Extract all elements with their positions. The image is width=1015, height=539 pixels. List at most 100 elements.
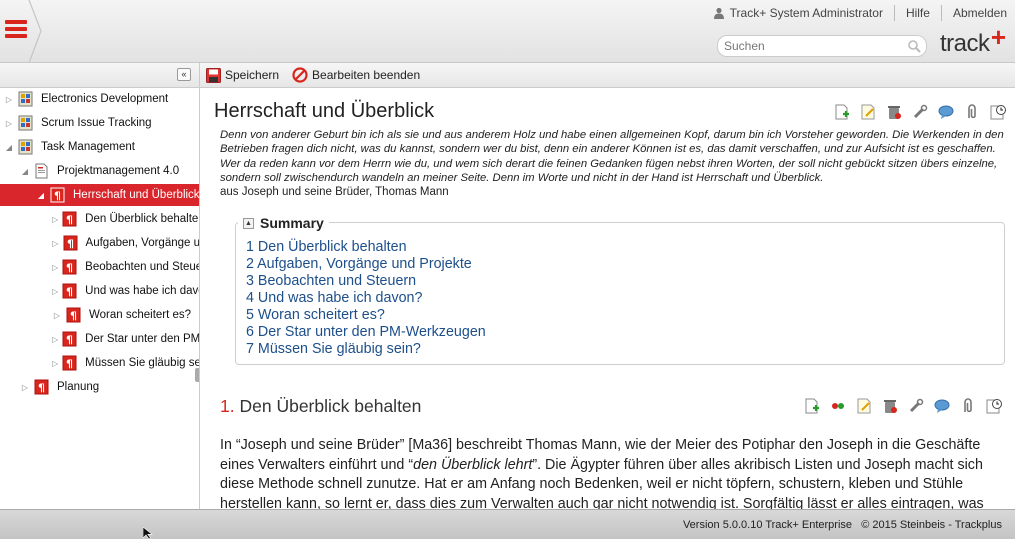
expand-arrow-icon[interactable]: ▷ [52, 311, 62, 320]
tree-item-label: Scrum Issue Tracking [41, 117, 152, 129]
wiki-page-icon: ¶ [66, 307, 81, 323]
history-icon[interactable] [986, 398, 1002, 414]
project-icon [18, 91, 33, 107]
svg-text:¶: ¶ [66, 286, 73, 299]
save-label: Speichern [225, 68, 280, 82]
wiki-page-icon: ¶ [63, 235, 78, 251]
quote-source: aus Joseph und seine Brüder, Thomas Mann [220, 186, 449, 198]
wiki-page-icon: ¶ [62, 355, 77, 371]
tree-item[interactable]: ◢ Projektmanagement 4.0 [0, 160, 199, 182]
tools-icon[interactable] [908, 398, 924, 414]
tree-item[interactable]: ▷ ¶ Der Star unter den PM [0, 328, 199, 350]
expand-arrow-icon[interactable]: ◢ [4, 143, 14, 152]
splitter-handle[interactable] [195, 368, 199, 382]
expand-arrow-icon[interactable]: ◢ [36, 191, 46, 200]
tree-item-label: Herrschaft und Überblick [73, 189, 200, 201]
tree-item-label: Müssen Sie gläubig se [85, 357, 200, 369]
delete-icon[interactable] [882, 398, 898, 414]
add-item-icon[interactable] [834, 104, 850, 120]
stop-editing-label: Bearbeiten beenden [312, 68, 421, 82]
tree-item[interactable]: ▷ ¶ Und was habe ich davon? [0, 280, 199, 302]
wiki-content: Herrschaft und Überblick Denn von andere… [201, 88, 1015, 509]
tools-icon[interactable] [912, 104, 928, 120]
svg-text:¶: ¶ [67, 238, 74, 251]
attachment-icon[interactable] [964, 104, 980, 120]
collapse-sidebar-button[interactable]: « [177, 68, 191, 81]
expand-arrow-icon[interactable]: ▷ [20, 383, 30, 392]
page-title: Herrschaft und Überblick [214, 100, 435, 122]
tree-item[interactable]: ▷ ¶ Beobachten und Steuern [0, 256, 199, 278]
version-label: Version 5.0.0.10 Track+ Enterprise [682, 519, 853, 531]
summary-link[interactable]: 2 Aufgaben, Vorgänge und Projekte [246, 256, 486, 273]
summary-link[interactable]: 4 Und was habe ich davon? [246, 290, 486, 307]
logo-plus: + [990, 22, 1006, 52]
tree-item-label: Planung [57, 381, 100, 393]
logo-text: track [940, 30, 990, 57]
delete-icon[interactable] [886, 104, 902, 120]
expand-arrow-icon[interactable]: ▷ [52, 239, 59, 248]
edit-icon[interactable] [856, 398, 872, 414]
tree-item[interactable]: ▷ Electronics Development [0, 88, 199, 110]
tree-item[interactable]: ▷ Scrum Issue Tracking [0, 112, 199, 134]
svg-text:¶: ¶ [66, 262, 73, 275]
help-link[interactable]: Hilfe [906, 6, 930, 20]
tree-item-label: Electronics Development [41, 93, 169, 105]
expand-arrow-icon[interactable]: ▷ [52, 215, 58, 224]
wiki-page-icon: ¶ [62, 259, 77, 275]
add-item-icon[interactable] [804, 398, 820, 414]
wiki-page-icon: ¶ [62, 331, 77, 347]
stop-icon [292, 67, 308, 83]
tree-item[interactable]: ▷ ¶ Aufgaben, Vorgänge u [0, 232, 200, 254]
svg-text:¶: ¶ [54, 190, 61, 203]
document-icon [35, 163, 48, 179]
user-menu: Track+ System Administrator Hilfe Abmeld… [713, 5, 1007, 21]
section-heading: 1. Den Überblick behalten [220, 396, 421, 417]
tree-item[interactable]: ◢ ¶ Herrschaft und Überblick [0, 184, 200, 206]
summary-link[interactable]: 3 Beobachten und Steuern [246, 273, 486, 290]
tree-item-label: Aufgaben, Vorgänge u [85, 237, 200, 249]
search-box [717, 35, 927, 57]
save-button[interactable]: Speichern [206, 67, 280, 83]
summary-link[interactable]: 5 Woran scheitert es? [246, 307, 486, 324]
search-input[interactable] [718, 36, 898, 56]
section-actions [794, 398, 1002, 414]
tree-item-label: Den Überblick behalten [85, 213, 200, 225]
trackplus-logo: track + [940, 22, 1006, 58]
tree-item[interactable]: ▷ ¶ Müssen Sie gläubig se [0, 352, 200, 374]
expand-arrow-icon[interactable]: ▷ [4, 95, 14, 104]
summary-link[interactable]: 7 Müssen Sie gläubig sein? [246, 341, 486, 358]
expand-arrow-icon[interactable]: ▷ [52, 359, 58, 368]
tree-item[interactable]: ◢ Task Management [0, 136, 199, 158]
link-icon[interactable] [830, 398, 846, 414]
attachment-icon[interactable] [960, 398, 976, 414]
logout-link[interactable]: Abmelden [953, 6, 1007, 20]
project-tree: ▷ Electronics Development ▷ Scrum Issue Tra… [0, 88, 200, 509]
wiki-page-icon: ¶ [62, 283, 77, 299]
project-icon [18, 139, 33, 155]
expand-arrow-icon[interactable]: ▷ [4, 119, 14, 128]
collapse-summary-toggle[interactable]: ▲ [243, 217, 254, 229]
svg-text:¶: ¶ [66, 358, 73, 371]
user-name-link[interactable]: Track+ System Administrator [730, 6, 883, 20]
tree-item[interactable]: ▷ ¶ Den Überblick behalten [0, 208, 200, 230]
history-icon[interactable] [990, 104, 1006, 120]
stop-editing-button[interactable]: Bearbeiten beenden [292, 67, 420, 83]
user-icon [713, 7, 724, 19]
summary-link[interactable]: 1 Den Überblick behalten [246, 239, 486, 256]
summary-link[interactable]: 6 Der Star unter den PM-Werkzeugen [246, 324, 486, 341]
tree-item-label: Task Management [41, 141, 135, 153]
divider [893, 5, 895, 21]
tree-item[interactable]: ▷ ¶ Woran scheitert es? [0, 304, 199, 326]
expand-arrow-icon[interactable]: ▷ [52, 335, 58, 344]
comment-icon[interactable] [934, 398, 950, 414]
intro-quote: Denn von anderer Geburt bin ich als sie … [220, 129, 1004, 184]
edit-icon[interactable] [860, 104, 876, 120]
page-actions [824, 104, 1006, 120]
comment-icon[interactable] [938, 104, 954, 120]
search-icon[interactable] [907, 39, 921, 53]
wiki-page-icon: ¶ [34, 379, 49, 395]
tree-item[interactable]: ▷ ¶ Planung [0, 376, 199, 398]
expand-arrow-icon[interactable]: ▷ [52, 287, 58, 296]
expand-arrow-icon[interactable]: ◢ [20, 167, 30, 176]
expand-arrow-icon[interactable]: ▷ [52, 263, 58, 272]
